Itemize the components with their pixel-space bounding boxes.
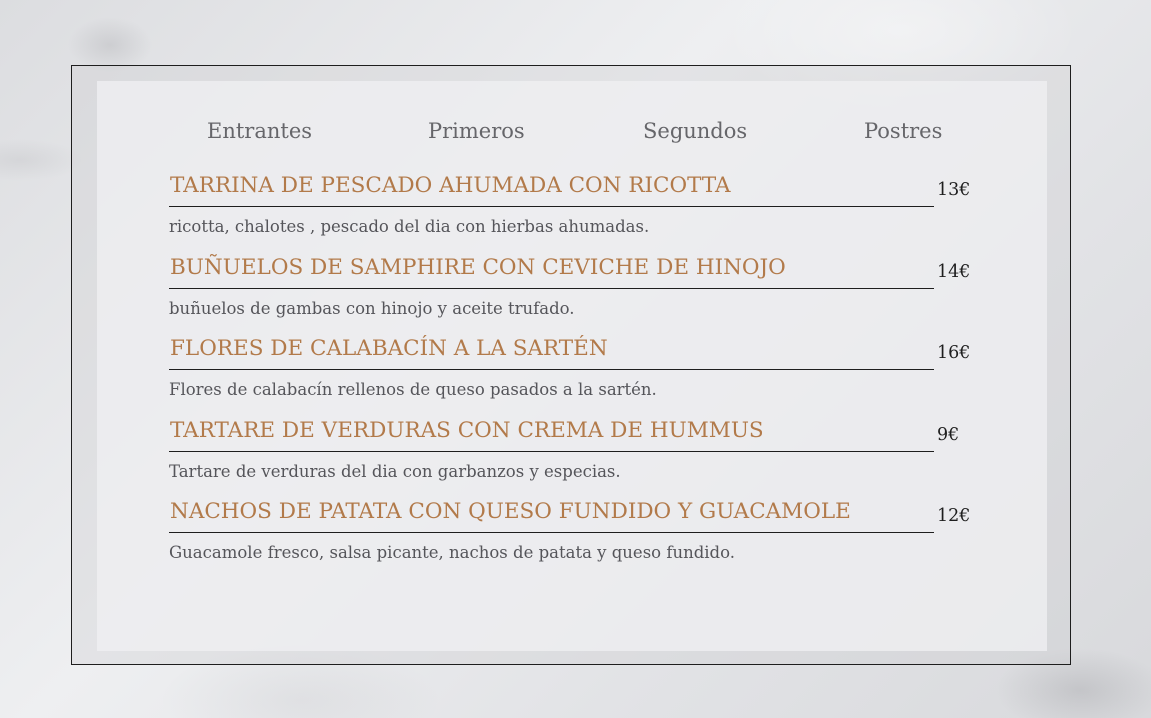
- menu-item: NACHOS DE PATATA CON QUESO FUNDIDO Y GUA…: [169, 497, 979, 579]
- menu-item-name: FLORES DE CALABACÍN A LA SARTÉN: [169, 334, 934, 370]
- menu-item-price: 13€: [937, 180, 971, 200]
- menu-item-description: Tartare de verduras del dia con garbanzo…: [169, 461, 621, 481]
- menu-tabs: Entrantes Primeros Segundos Postres: [97, 119, 1047, 149]
- menu-item-price: 12€: [937, 506, 971, 526]
- menu-item: TARTARE DE VERDURAS CON CREMA DE HUMMUS …: [169, 416, 979, 498]
- menu-item: TARRINA DE PESCADO AHUMADA CON RICOTTA 1…: [169, 171, 979, 253]
- menu-item-price: 9€: [937, 424, 960, 445]
- menu-item-name: BUÑUELOS DE SAMPHIRE CON CEVICHE DE HINO…: [169, 253, 934, 289]
- menu-item-name: NACHOS DE PATATA CON QUESO FUNDIDO Y GUA…: [169, 497, 934, 533]
- menu-item-description: buñuelos de gambas con hinojo y aceite t…: [169, 298, 575, 318]
- menu-item-price: 16€: [937, 343, 971, 363]
- tab-segundos[interactable]: Segundos: [643, 119, 747, 143]
- menu-item-description: Guacamole fresco, salsa picante, nachos …: [169, 543, 735, 562]
- tab-postres[interactable]: Postres: [864, 119, 942, 143]
- menu-item-description: Flores de calabacín rellenos de queso pa…: [169, 380, 657, 399]
- menu-item: FLORES DE CALABACÍN A LA SARTÉN 16€ Flor…: [169, 334, 979, 416]
- menu-item-name: TARTARE DE VERDURAS CON CREMA DE HUMMUS: [169, 416, 934, 452]
- menu-item-list: TARRINA DE PESCADO AHUMADA CON RICOTTA 1…: [169, 171, 979, 579]
- menu-item-name: TARRINA DE PESCADO AHUMADA CON RICOTTA: [169, 171, 934, 207]
- menu-item: BUÑUELOS DE SAMPHIRE CON CEVICHE DE HINO…: [169, 253, 979, 335]
- menu-panel: Entrantes Primeros Segundos Postres TARR…: [97, 81, 1047, 651]
- tab-primeros[interactable]: Primeros: [428, 119, 525, 143]
- menu-frame: Entrantes Primeros Segundos Postres TARR…: [71, 65, 1071, 665]
- tab-entrantes[interactable]: Entrantes: [207, 119, 312, 143]
- menu-item-price: 14€: [937, 261, 971, 282]
- menu-item-description: ricotta, chalotes , pescado del dia con …: [169, 217, 650, 236]
